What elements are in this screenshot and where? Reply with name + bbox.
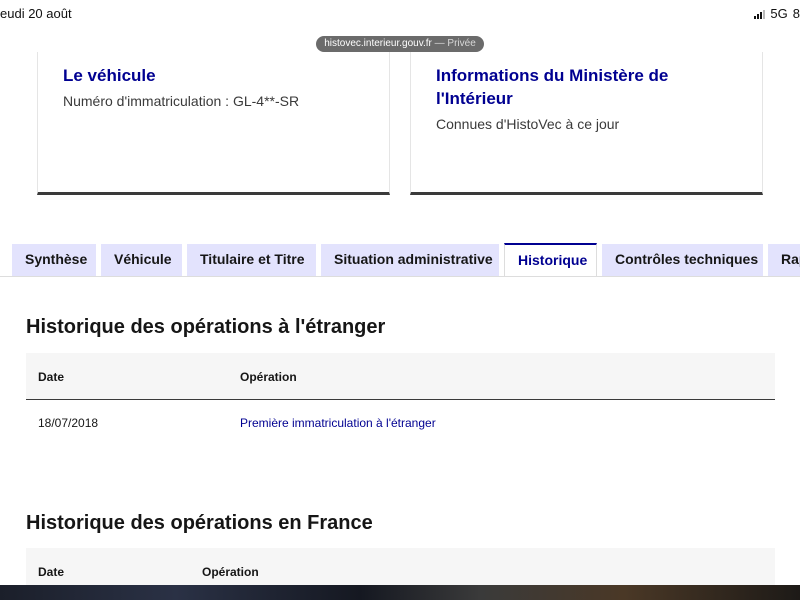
tab-controles-techniques[interactable]: Contrôles techniques (602, 244, 763, 277)
tab-situation-administrative[interactable]: Situation administrative (321, 244, 499, 277)
vehicle-card-description: Numéro d'immatriculation : GL-4**-SR (63, 93, 300, 109)
network-label: 5G (770, 6, 788, 21)
table-cell-date: 18/07/2018 (38, 416, 99, 430)
tab-synthese[interactable]: Synthèse (12, 244, 96, 277)
ministry-card-title: Informations du Ministère de l'Intérieur (436, 66, 669, 108)
table-cell-operation[interactable]: Première immatriculation à l'étranger (240, 416, 436, 430)
tab-historique[interactable]: Historique (504, 243, 597, 277)
url-bar[interactable]: histovec.interieur.gouv.fr — Privée (316, 36, 484, 52)
signal-icon (754, 9, 766, 19)
ministry-card-description: Connues d'HistoVec à ce jour (436, 116, 620, 132)
column-header-operation: Opération (202, 565, 259, 579)
france-history-title: Historique des opérations en France (26, 512, 373, 534)
column-header-date: Date (38, 370, 65, 384)
battery-label: 8 (792, 6, 800, 21)
vehicle-card: Le véhicule Numéro d'immatriculation : G… (37, 52, 390, 195)
column-header-date: Date (38, 565, 65, 579)
background-photo-strip (0, 585, 800, 600)
foreign-history-table-header: Date Opération (26, 353, 775, 400)
tab-vehicule[interactable]: Véhicule (101, 244, 182, 277)
status-time: eudi 20 août (0, 6, 72, 21)
status-indicators: 5G 8 (754, 6, 800, 21)
url-text: histovec.interieur.gouv.fr (324, 38, 432, 49)
ministry-card: Informations du Ministère de l'Intérieur… (410, 52, 763, 195)
tab-divider (0, 276, 800, 277)
status-bar: eudi 20 août 5G 8 (0, 0, 800, 30)
vehicle-card-title: Le véhicule (63, 66, 156, 85)
foreign-history-title: Historique des opérations à l'étranger (26, 316, 386, 338)
private-mode-label: — Privée (434, 38, 476, 49)
tab-rapport[interactable]: Rap (768, 244, 800, 277)
tab-bar: Synthèse Véhicule Titulaire et Titre Sit… (0, 243, 800, 277)
column-header-operation: Opération (240, 370, 297, 384)
france-history-table-header: Date Opération (26, 548, 775, 588)
tab-titulaire-et-titre[interactable]: Titulaire et Titre (187, 244, 316, 277)
